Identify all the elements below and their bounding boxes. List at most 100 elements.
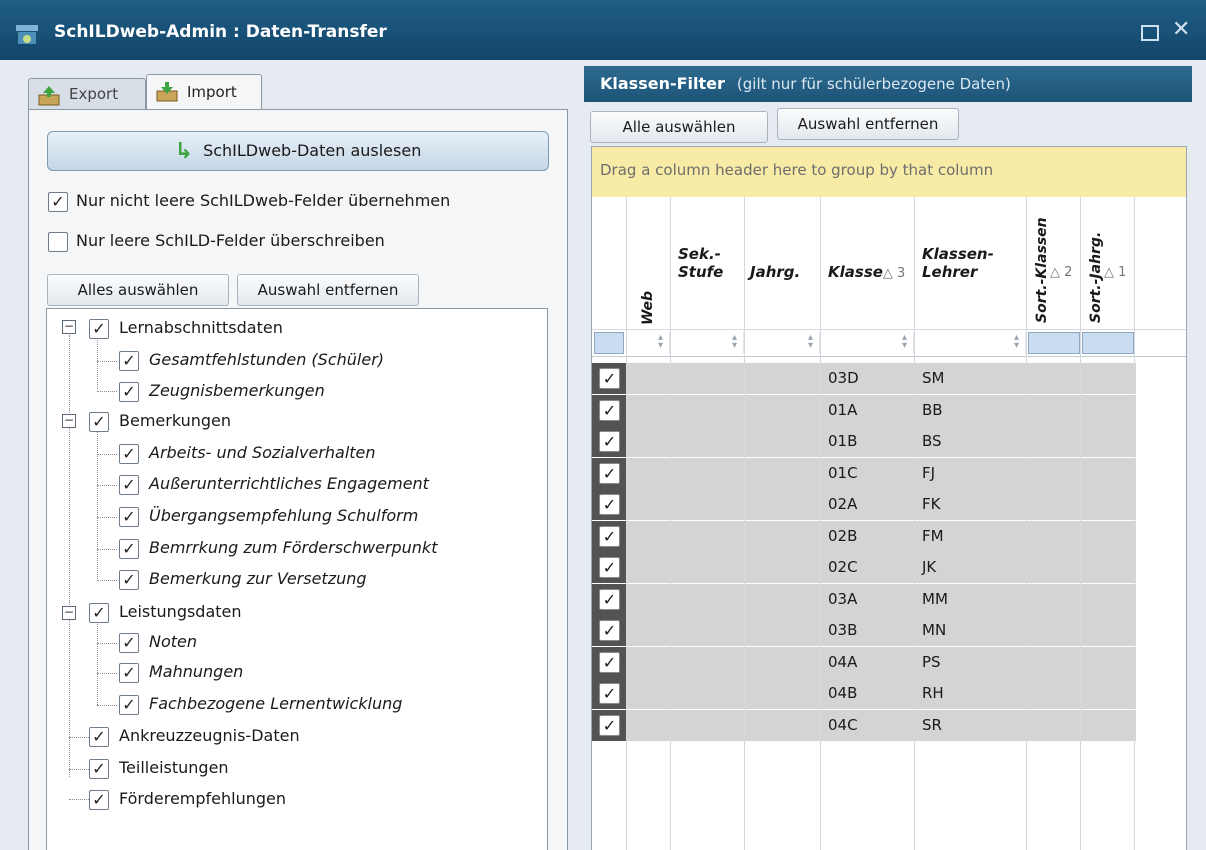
import-icon <box>156 82 178 102</box>
tree-checkbox[interactable]: ✓ <box>119 506 139 527</box>
tree-item-foerderempfehlungen[interactable]: ✓ Förderempfehlungen <box>89 786 286 812</box>
klassen-deselect-button[interactable]: Auswahl entfernen <box>777 108 959 140</box>
filter-cell[interactable]: ▴ ▾ <box>672 332 744 354</box>
column-header-lehrer-line2: Lehrer <box>922 263 978 281</box>
column-header-lehrer-line1: Klassen- <box>922 245 994 263</box>
tree-item-label: Arbeits- und Sozialverhalten <box>149 443 376 462</box>
tree-item-foerderschwerpunkt[interactable]: ✓ Bemrrkung zum Förderschwerpunkt <box>119 535 437 561</box>
tree-checkbox[interactable]: ✓ <box>119 694 139 715</box>
group-by-panel[interactable]: Drag a column header here to group by th… <box>592 147 1186 197</box>
tree-item-mahnungen[interactable]: ✓ Mahnungen <box>119 659 243 685</box>
option-empty-fields[interactable]: Nur leere SchILD-Felder überschreiben <box>48 231 385 255</box>
tree-checkbox[interactable]: ✓ <box>119 381 139 402</box>
tree-item-versetzung[interactable]: ✓ Bemerkung zur Versetzung <box>119 566 367 592</box>
table-row[interactable]: ✓ 04C SR <box>592 709 1136 741</box>
option-non-empty-fields[interactable]: ✓ Nur nicht leere SchILDweb-Felder überne… <box>48 191 450 215</box>
table-row[interactable]: ✓ 04B RH <box>592 678 1136 709</box>
app-icon <box>16 25 38 44</box>
tree-checkbox[interactable]: ✓ <box>119 538 139 559</box>
tree-item-ankreuzzeugnis[interactable]: ✓ Ankreuzzeugnis-Daten <box>89 723 300 749</box>
table-row[interactable]: ✓ 02B FM <box>592 520 1136 552</box>
tab-export[interactable]: Export <box>28 78 146 110</box>
tree-checkbox[interactable]: ✓ <box>119 350 139 371</box>
main-window: SchILDweb-Admin : Daten-Transfer ✕ Expor… <box>0 0 1206 850</box>
row-web-checkbox[interactable]: ✓ <box>599 399 620 421</box>
table-row[interactable]: ✓ 03A MM <box>592 583 1136 615</box>
klassen-select-all-button[interactable]: Alle auswählen <box>590 111 768 143</box>
table-row[interactable]: ✓ 04A PS <box>592 646 1136 678</box>
row-web-checkbox[interactable]: ✓ <box>599 494 620 515</box>
grid-header-row: Web Sek.- Stufe Jahrg. Klasse△ 3 Klassen… <box>592 197 1186 329</box>
column-header-sort-klassen[interactable]: Sort.-Klassen <box>1034 217 1050 323</box>
tree-checkbox[interactable]: ✓ <box>89 602 109 623</box>
option-checkbox[interactable] <box>48 231 68 252</box>
tree-checkbox[interactable]: ✓ <box>89 411 109 432</box>
option-checkbox[interactable]: ✓ <box>48 191 68 212</box>
tree-checkbox[interactable]: ✓ <box>119 662 139 683</box>
filter-cell[interactable] <box>1082 332 1134 354</box>
tree-checkbox[interactable]: ✓ <box>89 789 109 810</box>
collapse-leistungsdaten-icon[interactable]: − <box>62 606 76 620</box>
row-web-checkbox[interactable]: ✓ <box>599 368 620 389</box>
column-header-jahrg[interactable]: Jahrg. <box>750 263 800 281</box>
table-row[interactable]: ✓ 01A BB <box>592 394 1136 426</box>
row-web-checkbox[interactable]: ✓ <box>599 714 620 736</box>
tree-item-leistungsdaten[interactable]: ✓ Leistungsdaten <box>89 599 242 625</box>
tree-checkbox[interactable]: ✓ <box>89 758 109 779</box>
tree-item-uebergangsempfehlung[interactable]: ✓ Übergangsempfehlung Schulform <box>119 503 418 529</box>
deselect-button[interactable]: Auswahl entfernen <box>237 274 419 306</box>
row-web-checkbox[interactable]: ✓ <box>599 620 620 641</box>
filter-cell[interactable] <box>1028 332 1080 354</box>
row-web-checkbox[interactable]: ✓ <box>599 683 620 704</box>
collapse-bemerkungen-icon[interactable]: − <box>62 414 76 428</box>
close-button[interactable]: ✕ <box>1172 19 1190 41</box>
tree-item-arbeits-sozialverhalten[interactable]: ✓ Arbeits- und Sozialverhalten <box>119 440 376 466</box>
table-row[interactable]: ✓ 02A FK <box>592 489 1136 520</box>
column-header-klassenlehrer[interactable]: Klassen- Lehrer <box>922 245 994 281</box>
tree-item-bemerkungen[interactable]: ✓ Bemerkungen <box>89 408 231 434</box>
collapse-lernabschnittsdaten-icon[interactable]: − <box>62 320 76 334</box>
tree-checkbox[interactable]: ✓ <box>119 443 139 464</box>
filter-cell[interactable]: ▴ ▾ <box>746 332 820 354</box>
tree-item-teilleistungen[interactable]: ✓ Teilleistungen <box>89 755 229 781</box>
tab-import[interactable]: Import <box>146 74 262 110</box>
cell-klassenlehrer: BB <box>922 400 943 419</box>
row-web-checkbox[interactable]: ✓ <box>599 431 620 452</box>
tree-checkbox[interactable]: ✓ <box>119 569 139 590</box>
filter-cell[interactable]: ▴ ▾ <box>628 332 670 354</box>
tree-item-noten[interactable]: ✓ Noten <box>119 629 197 655</box>
select-all-button[interactable]: Alles auswählen <box>47 274 229 306</box>
filter-cell[interactable] <box>594 332 624 354</box>
tree-item-lernentwicklung[interactable]: ✓ Fachbezogene Lernentwicklung <box>119 691 402 717</box>
tree-item-label: Ankreuzzeugnis-Daten <box>119 726 300 745</box>
table-row[interactable]: ✓ 03B MN <box>592 615 1136 646</box>
table-row[interactable]: ✓ 03D SM <box>592 363 1136 394</box>
column-header-sek-stufe[interactable]: Sek.- Stufe <box>678 245 723 281</box>
filter-cell[interactable]: ▴ ▾ <box>822 332 914 354</box>
row-web-checkbox[interactable]: ✓ <box>599 525 620 547</box>
cell-klasse: 04C <box>828 715 858 734</box>
tree-item-engagement[interactable]: ✓ Außerunterrichtliches Engagement <box>119 471 429 497</box>
table-row[interactable]: ✓ 01B BS <box>592 426 1136 457</box>
filter-cell[interactable]: ▴ ▾ <box>916 332 1026 354</box>
tree-item-zeugnisbemerkungen[interactable]: ✓ Zeugnisbemerkungen <box>119 378 325 404</box>
read-schildweb-data-button[interactable]: ↳ SchILDweb-Daten auslesen <box>47 131 549 171</box>
tree-checkbox[interactable]: ✓ <box>89 318 109 339</box>
tree-checkbox[interactable]: ✓ <box>119 632 139 653</box>
row-web-checkbox[interactable]: ✓ <box>599 651 620 673</box>
column-header-sort-jahrg[interactable]: Sort.-Jahrg. <box>1088 232 1104 323</box>
column-header-klasse[interactable]: Klasse△ 3 <box>828 263 905 283</box>
tree-item-lernabschnittsdaten[interactable]: ✓ Lernabschnittsdaten <box>89 315 283 341</box>
row-web-checkbox[interactable]: ✓ <box>599 557 620 578</box>
table-row[interactable]: ✓ 01C FJ <box>592 457 1136 489</box>
tree-item-label: Förderempfehlungen <box>119 789 287 808</box>
table-row[interactable]: ✓ 02C JK <box>592 552 1136 583</box>
column-header-web[interactable]: Web <box>640 291 656 325</box>
row-web-checkbox[interactable]: ✓ <box>599 462 620 484</box>
maximize-button[interactable] <box>1141 25 1159 41</box>
tree-checkbox[interactable]: ✓ <box>89 726 109 747</box>
tree-checkbox[interactable]: ✓ <box>119 474 139 495</box>
tree-item-gesamtfehlstunden[interactable]: ✓ Gesamtfehlstunden (Schüler) <box>119 347 384 373</box>
cell-klassenlehrer: MN <box>922 621 947 639</box>
row-web-checkbox[interactable]: ✓ <box>599 588 620 610</box>
